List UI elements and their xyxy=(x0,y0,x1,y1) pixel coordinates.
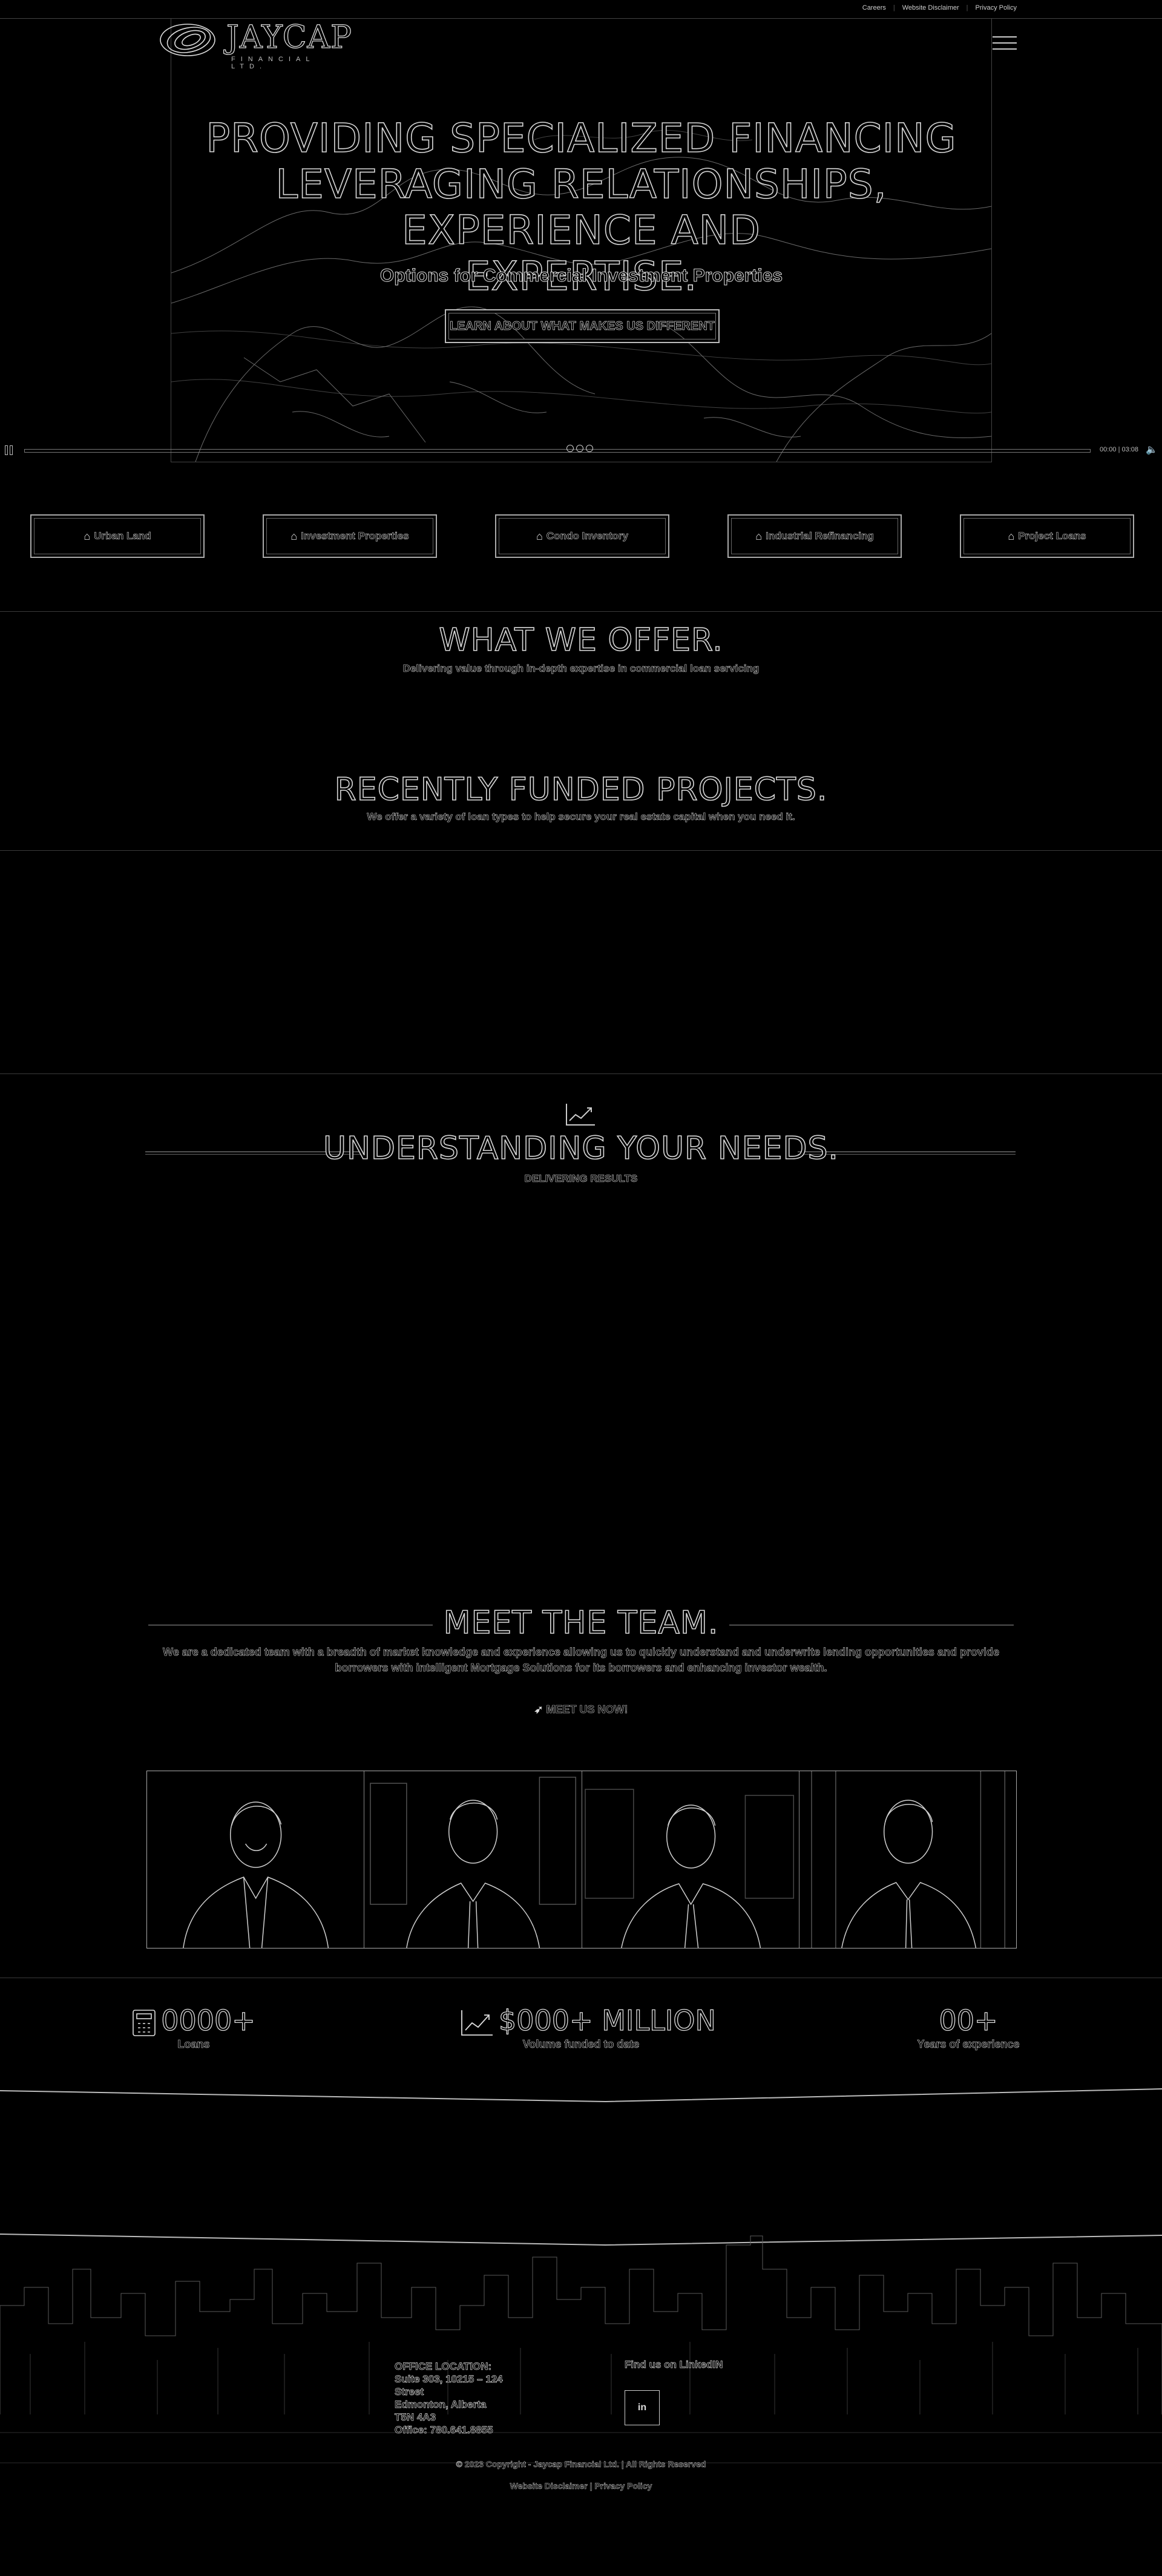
office-line: T5N 4A3 xyxy=(395,2411,436,2424)
wave-divider xyxy=(0,2088,1162,2103)
hero-banner: PROVIDING SPECIALIZED FINANCING LEVERAGI… xyxy=(171,18,992,462)
top-links: Careers | Website Disclaimer | Privacy P… xyxy=(862,4,1017,11)
team-title-text: MEET THE TEAM. xyxy=(432,1604,730,1642)
understanding-title: UNDERSTANDING YOUR NEEDS. xyxy=(323,1130,839,1167)
category-label: Investment Properties xyxy=(301,530,409,542)
home-icon: ⌂ xyxy=(536,529,543,542)
logo-swirl-icon xyxy=(160,24,215,56)
projects-title: RECENTLY FUNDED PROJECTS. xyxy=(334,771,828,808)
projects-subtitle: We offer a variety of loan types to help… xyxy=(367,811,795,823)
offer-title: WHAT WE OFFER. xyxy=(438,621,723,659)
footer-links[interactable]: Website Disclaimer | Privacy Policy xyxy=(0,2481,1162,2491)
stat-label: Volume funded to date xyxy=(522,2038,640,2051)
team-member-photo[interactable] xyxy=(582,1771,799,1948)
home-icon: ⌂ xyxy=(290,529,298,542)
slide-dot[interactable] xyxy=(566,445,574,452)
privacy-policy-link[interactable]: Privacy Policy xyxy=(976,4,1017,11)
team-member-photo[interactable] xyxy=(147,1771,365,1948)
category-urban-land-button[interactable]: ⌂ Urban Land xyxy=(30,514,205,558)
meet-us-button[interactable]: ➶ MEET US NOW! xyxy=(520,1703,642,1716)
category-label: Urban Land xyxy=(94,530,151,542)
stat-label: Years of experience xyxy=(917,2038,1020,2051)
office-heading: OFFICE LOCATION: xyxy=(395,2361,492,2373)
logo[interactable]: JAYCAP FINANCIAL LTD. xyxy=(159,18,352,70)
office-phone[interactable]: Office: 780.641.8855 xyxy=(395,2424,528,2436)
menu-icon[interactable] xyxy=(993,36,1017,53)
stat-label: Loans xyxy=(177,2038,210,2051)
paper-plane-icon: ➶ xyxy=(534,1703,543,1716)
team-photos xyxy=(146,1771,1017,1948)
office-line: Suite 303, 10215 – 124 xyxy=(395,2373,503,2385)
stat-value: 00+ xyxy=(939,2004,998,2037)
logo-tagline: FINANCIAL LTD. xyxy=(231,56,315,70)
team-member-photo[interactable] xyxy=(799,1771,1016,1948)
offer-subtitle: Delivering value through in-depth expert… xyxy=(402,663,760,675)
team-member-photo[interactable] xyxy=(364,1771,582,1948)
meet-us-label: MEET US NOW! xyxy=(546,1703,628,1716)
stat-volume: $000+ MILLION Volume funded to date xyxy=(460,2004,717,2051)
stat-experience: 00+ Years of experience xyxy=(890,2004,1047,2051)
team-title: MEET THE TEAM. xyxy=(0,1604,1162,1642)
separator: | xyxy=(893,4,895,11)
calculator-icon xyxy=(133,2009,156,2036)
slider-dots xyxy=(566,445,593,452)
video-progress-bar[interactable] xyxy=(24,449,1091,453)
category-condo-inventory-button[interactable]: ⌂ Condo Inventory xyxy=(495,514,669,558)
linkedin-icon[interactable]: in xyxy=(625,2390,660,2425)
office-location: OFFICE LOCATION: Suite 303, 10215 – 124 … xyxy=(395,2360,528,2436)
learn-more-button[interactable]: LEARN ABOUT WHAT MAKES US DIFFERENT xyxy=(445,309,720,343)
hero-title-line: PROVIDING SPECIALIZED FINANCING xyxy=(206,115,957,162)
divider xyxy=(0,611,1162,612)
category-investment-properties-button[interactable]: ⌂ Investment Properties xyxy=(263,514,437,558)
hero-subtitle: Options for Commercial Investment Proper… xyxy=(379,266,783,286)
city-skyline-background xyxy=(0,2234,1162,2463)
slide-dot[interactable] xyxy=(576,445,583,452)
home-icon: ⌂ xyxy=(1008,529,1015,542)
team-description: We are a dedicated team with a breadth o… xyxy=(163,1646,1000,1674)
hero-title-line: LEVERAGING RELATIONSHIPS, EXPERIENCE AND xyxy=(275,161,887,254)
volume-icon[interactable]: 🔈 xyxy=(1146,444,1158,456)
divider xyxy=(0,850,1162,851)
category-label: Industrial Refinancing xyxy=(766,530,874,542)
careers-link[interactable]: Careers xyxy=(862,4,886,11)
category-project-loans-button[interactable]: ⌂ Project Loans xyxy=(960,514,1134,558)
chart-line-icon xyxy=(461,2010,493,2036)
video-time: 00:00 | 03:08 xyxy=(1100,446,1139,453)
copyright-text: © 2023 Copyright - Jaycap Financial Ltd.… xyxy=(456,2459,706,2469)
linkedin-label: Find us on LinkedIN xyxy=(625,2359,723,2371)
separator: | xyxy=(966,4,968,11)
home-icon: ⌂ xyxy=(84,529,91,542)
top-bar: Careers | Website Disclaimer | Privacy P… xyxy=(0,0,1162,19)
category-label: Project Loans xyxy=(1018,530,1086,542)
home-icon: ⌂ xyxy=(755,529,763,542)
category-label: Condo Inventory xyxy=(546,530,629,542)
office-line: Street xyxy=(395,2386,424,2398)
office-line: Edmonton, Alberta xyxy=(395,2399,487,2411)
website-disclaimer-link[interactable]: Website Disclaimer xyxy=(902,4,959,11)
category-industrial-refinancing-button[interactable]: ⌂ Industrial Refinancing xyxy=(727,514,902,558)
slide-dot[interactable] xyxy=(586,445,593,452)
pause-icon[interactable] xyxy=(5,445,16,455)
stat-value: $000+ MILLION xyxy=(498,2004,716,2037)
stat-loans: 0000+ Loans xyxy=(124,2004,263,2051)
understanding-subtitle: DELIVERING RESULTS xyxy=(524,1173,638,1185)
divider xyxy=(0,1073,1162,1074)
logo-wordmark: JAYCAP xyxy=(226,19,353,56)
stat-value: 0000+ xyxy=(161,2004,256,2037)
chart-line-icon xyxy=(566,1104,595,1126)
